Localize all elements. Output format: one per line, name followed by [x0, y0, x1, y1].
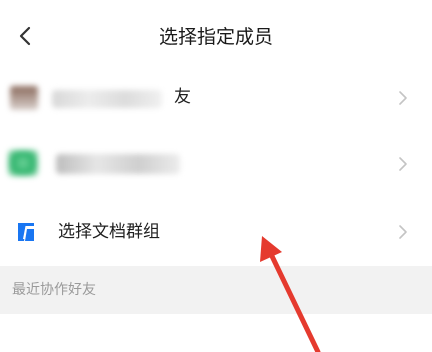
friend-name-suffix: 友 [174, 87, 191, 107]
doc-group-icon [18, 223, 34, 241]
chevron-right-icon [399, 225, 407, 239]
recent-collaborators-label: 最近协作好友 [12, 282, 96, 298]
recent-collaborators-header: 最近协作好友 [0, 266, 432, 314]
friend-avatar [10, 86, 38, 110]
friend-avatar [8, 150, 38, 176]
chevron-right-icon [399, 91, 407, 105]
select-doc-group-label: 选择文档群组 [58, 222, 160, 242]
select-doc-group-row[interactable]: 选择文档群组 [0, 198, 432, 266]
friend-name-redacted [52, 90, 162, 108]
page-title: 选择指定成员 [158, 26, 273, 48]
select-members-screen: 选择指定成员 友 选择文档群组 最近协作好友 [0, 0, 432, 352]
friend-row-1[interactable]: 友 [0, 64, 432, 132]
chevron-right-icon [399, 157, 407, 171]
friend-row-2[interactable] [0, 130, 432, 198]
friend-name-redacted [56, 154, 180, 174]
navigation-bar: 选择指定成员 [0, 0, 432, 72]
